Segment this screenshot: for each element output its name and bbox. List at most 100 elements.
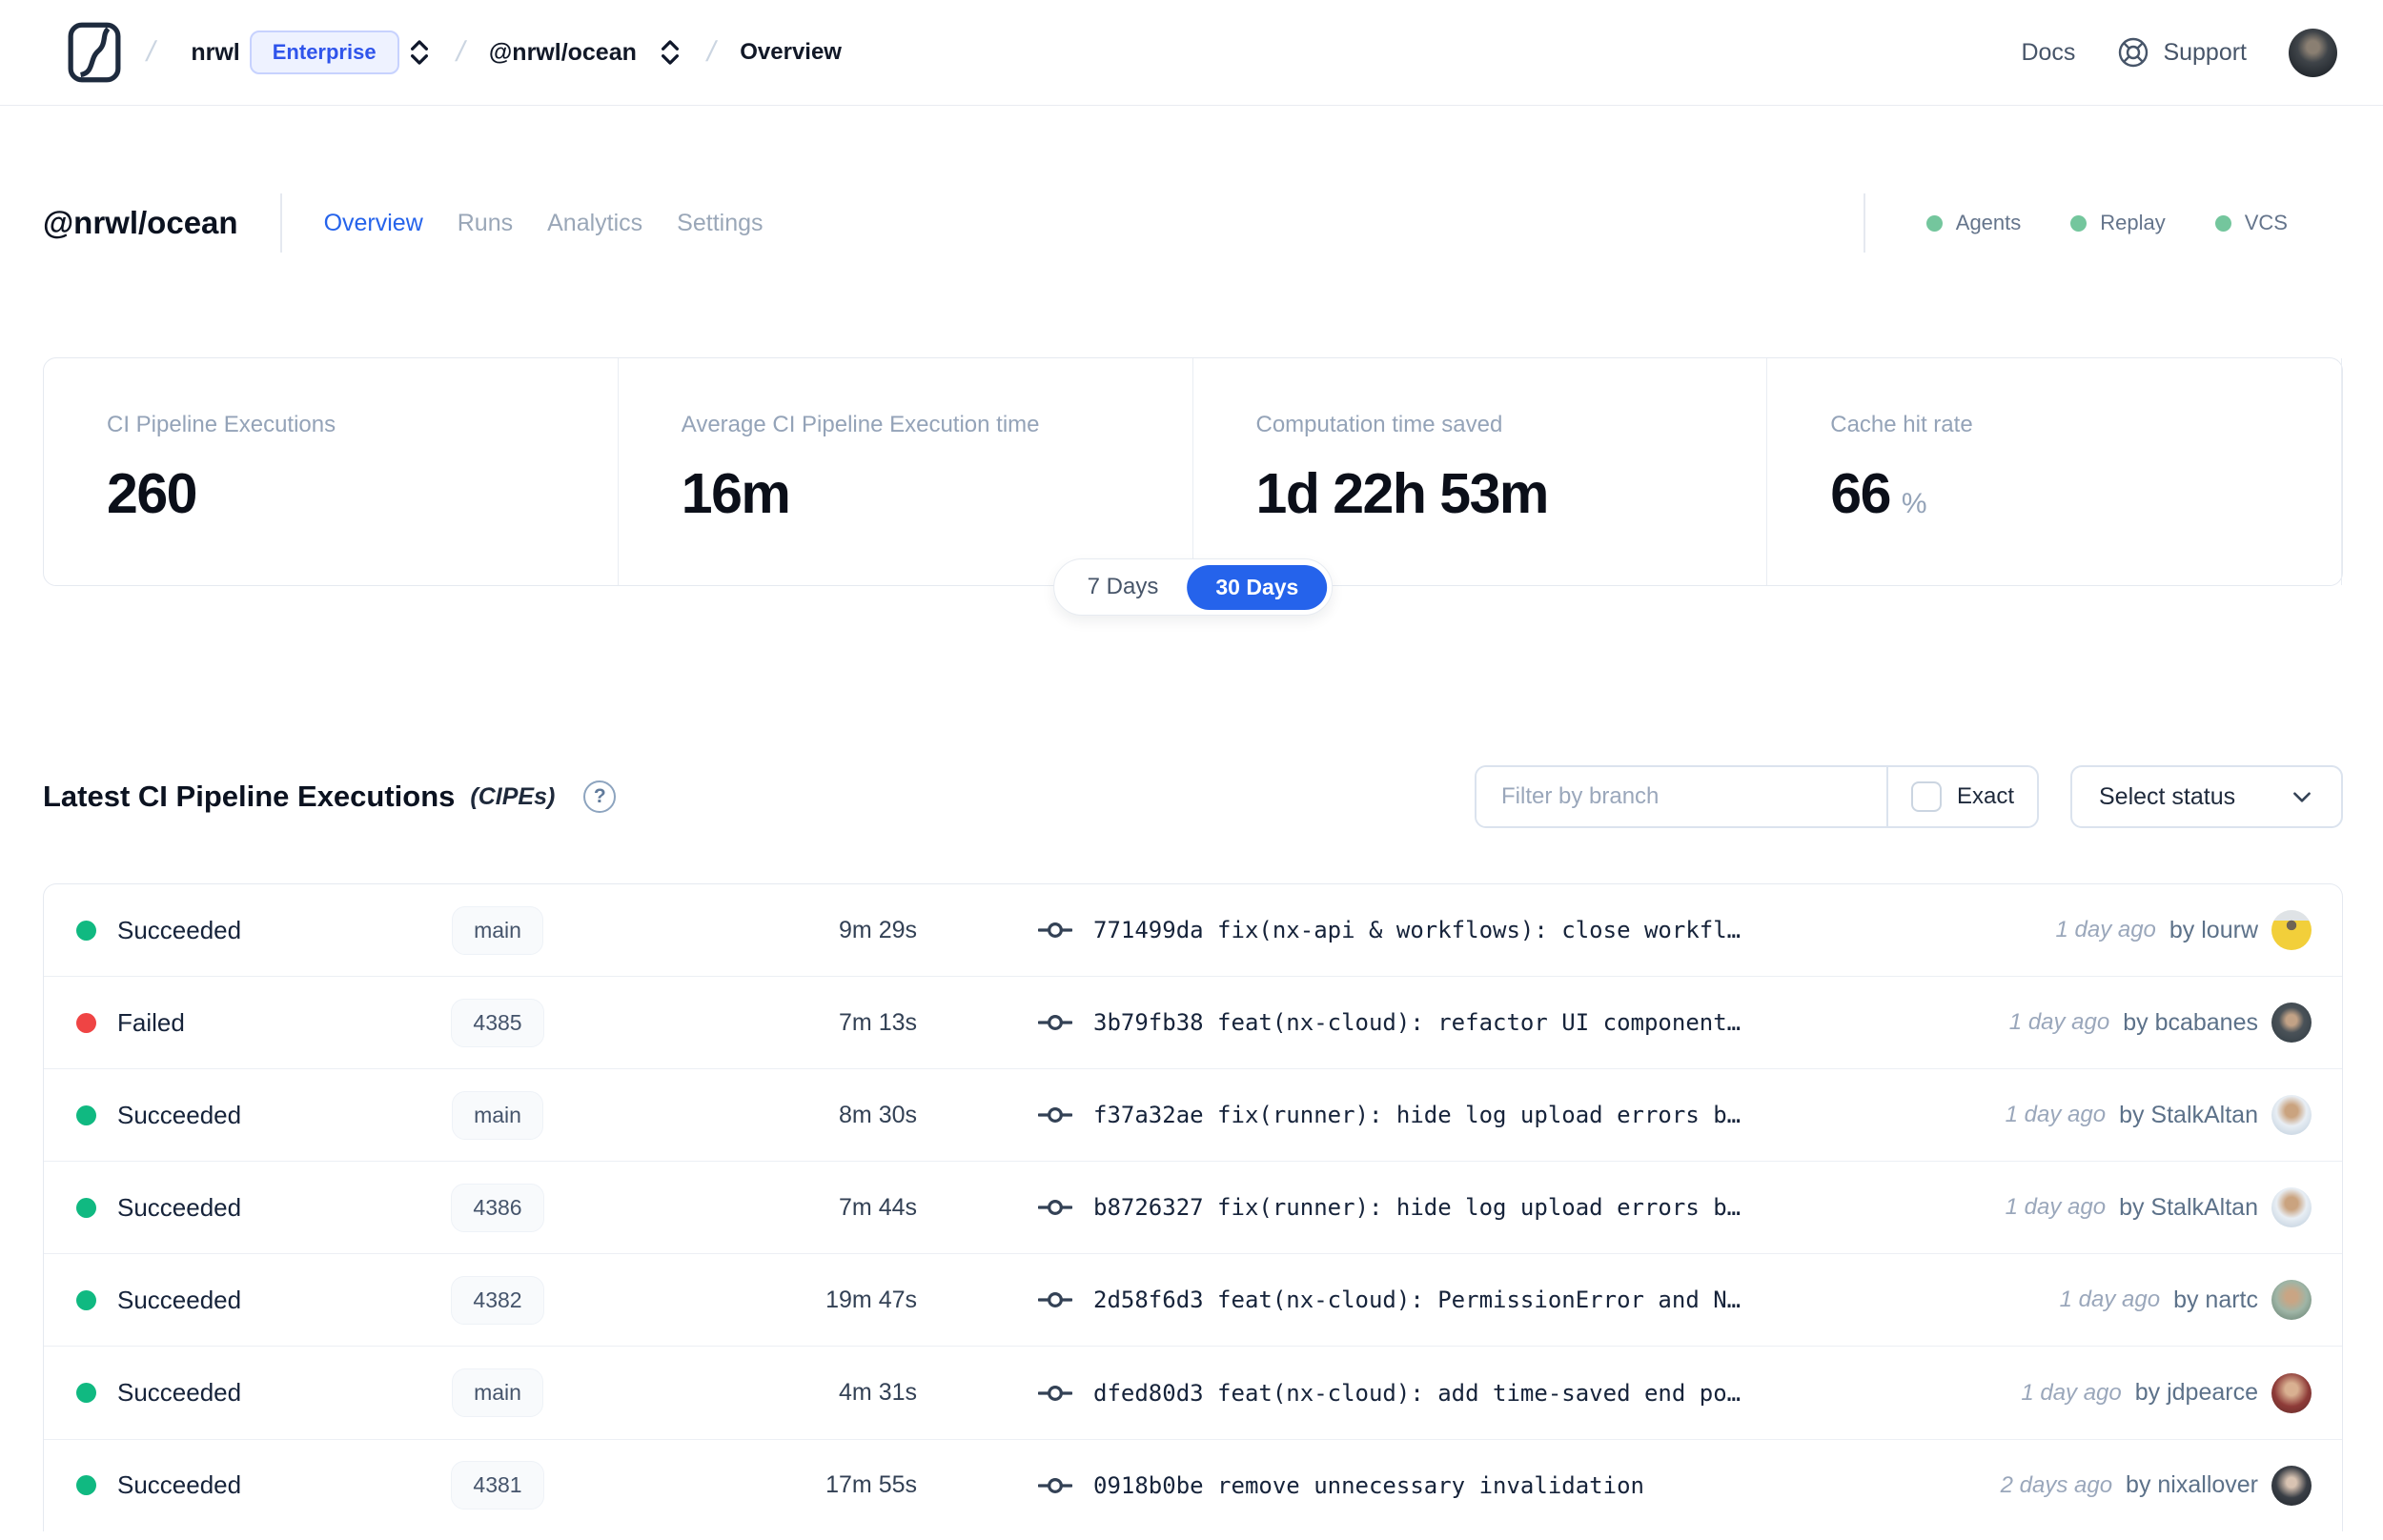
git-commit-icon — [1038, 1098, 1072, 1132]
time-ago: 1 day ago — [2005, 1194, 2107, 1221]
docs-link[interactable]: Docs — [2021, 39, 2075, 67]
filter-bar: Exact Select status — [1475, 765, 2343, 828]
status-text: Succeeded — [117, 1100, 242, 1129]
time-ago: 1 day ago — [2008, 1009, 2110, 1036]
git-commit-icon — [1038, 1190, 1072, 1225]
git-commit-icon — [1038, 913, 1072, 947]
help-icon[interactable]: ? — [583, 780, 617, 813]
author: by lourw — [2169, 916, 2258, 943]
status-text: Succeeded — [117, 1378, 242, 1408]
tab-settings[interactable]: Settings — [677, 210, 763, 237]
author-avatar — [2271, 910, 2312, 951]
chevron-down-icon — [2290, 784, 2314, 809]
stat-value: 1d 22h 53m — [1255, 462, 1550, 525]
author: by nartc — [2173, 1286, 2258, 1313]
indicator-label: VCS — [2244, 211, 2288, 234]
stat-value: 16m — [681, 462, 791, 525]
unfold-icon[interactable] — [658, 37, 682, 68]
section-title: Latest CI Pipeline Executions — [43, 780, 456, 813]
branch-chip: 4382 — [451, 1275, 544, 1325]
commit-cell: 3b79fb38 feat(nx-cloud): refactor UI com… — [917, 1005, 2009, 1040]
date-range-toggle: 7 Days 30 Days — [1052, 558, 1334, 616]
exact-label: Exact — [1956, 783, 2014, 809]
range-30-days[interactable]: 30 Days — [1187, 564, 1328, 610]
commit-cell: dfed80d3 feat(nx-cloud): add time-saved … — [917, 1376, 2021, 1410]
tab-analytics[interactable]: Analytics — [547, 210, 642, 237]
breadcrumb-separator: / — [143, 36, 158, 68]
time-ago: 2 days ago — [2000, 1471, 2113, 1498]
indicator-replay[interactable]: Replay — [2070, 211, 2166, 235]
branch-chip: 4386 — [451, 1183, 544, 1232]
cipe-section-header: Latest CI Pipeline Executions (CIPEs) ? … — [43, 765, 2343, 828]
breadcrumb-separator: / — [453, 36, 468, 68]
author: by jdpearce — [2134, 1379, 2258, 1407]
branch-filter-input[interactable] — [1477, 767, 1886, 826]
breadcrumb: / nrwl Enterprise / @nrwl/ocean / Overvi… — [67, 20, 842, 85]
git-commit-icon — [1038, 1005, 1072, 1040]
cipe-row[interactable]: Succeeded main 9m 29s 771499da fix(nx-ap… — [44, 884, 2342, 978]
indicator-label: Agents — [1955, 211, 2022, 234]
commit-message: 0918b0be remove unnecessary invalidation — [1093, 1471, 1644, 1499]
divider — [279, 193, 282, 253]
status-dot-icon — [76, 1197, 96, 1218]
exact-checkbox[interactable] — [1910, 781, 1942, 812]
branch-filter-group: Exact — [1475, 765, 2039, 828]
stat-value: 260 — [107, 462, 197, 525]
cipe-row[interactable]: Succeeded 4382 19m 47s 2d58f6d3 feat(nx-… — [44, 1254, 2342, 1348]
author-avatar — [2271, 1187, 2312, 1228]
stat-label: CI Pipeline Executions — [107, 412, 336, 437]
stat-computation-time-saved: Computation time saved 1d 22h 53m — [1193, 358, 1768, 585]
stat-average-execution-time: Average CI Pipeline Execution time 16m — [619, 358, 1193, 585]
status-text: Failed — [117, 1007, 185, 1037]
range-7-days[interactable]: 7 Days — [1059, 564, 1188, 610]
workspace-name: @nrwl/ocean — [488, 38, 637, 66]
green-status-dot-icon — [2070, 214, 2088, 232]
duration: 19m 47s — [825, 1286, 917, 1313]
page-title: @nrwl/ocean — [43, 205, 238, 240]
user-avatar[interactable] — [2289, 28, 2337, 77]
stat-cache-hit-rate: Cache hit rate 66% — [1767, 358, 2342, 585]
indicator-agents[interactable]: Agents — [1925, 211, 2022, 235]
cipe-row[interactable]: Succeeded main 4m 31s dfed80d3 feat(nx-c… — [44, 1347, 2342, 1440]
org-selector[interactable]: nrwl Enterprise — [179, 30, 431, 74]
author-avatar — [2271, 1280, 2312, 1321]
duration: 7m 44s — [839, 1193, 917, 1221]
status-dot-icon — [76, 1104, 96, 1125]
status-text: Succeeded — [117, 1470, 242, 1500]
stat-ci-pipeline-executions: CI Pipeline Executions 260 — [44, 358, 619, 585]
status-text: Succeeded — [117, 1285, 242, 1314]
status-select-label: Select status — [2099, 782, 2236, 810]
stat-value: 66% — [1830, 462, 1927, 525]
green-status-dot-icon — [2214, 214, 2231, 232]
commit-cell: f37a32ae fix(runner): hide log upload er… — [917, 1098, 2006, 1132]
branch-chip: main — [452, 1368, 543, 1418]
tab-overview[interactable]: Overview — [324, 210, 423, 237]
stat-label: Cache hit rate — [1830, 412, 1973, 437]
time-ago: 1 day ago — [2059, 1287, 2161, 1313]
nx-cloud-logo-icon[interactable] — [67, 20, 122, 85]
cipe-row[interactable]: Succeeded main 8m 30s f37a32ae fix(runne… — [44, 1069, 2342, 1163]
support-link[interactable]: Support — [2117, 36, 2247, 69]
time-ago: 1 day ago — [2021, 1379, 2122, 1406]
cipe-row[interactable]: Failed 4385 7m 13s 3b79fb38 feat(nx-clou… — [44, 977, 2342, 1070]
time-ago: 1 day ago — [2005, 1102, 2107, 1128]
branch-chip: main — [452, 905, 543, 955]
duration: 8m 30s — [839, 1101, 917, 1128]
cipe-row[interactable]: Succeeded 4381 17m 55s 0918b0be remove u… — [44, 1440, 2342, 1531]
author: by nixallover — [2126, 1471, 2258, 1499]
workspace-selector[interactable]: @nrwl/ocean — [489, 37, 682, 68]
indicator-vcs[interactable]: VCS — [2214, 211, 2288, 235]
unfold-icon[interactable] — [407, 37, 432, 68]
cipe-row[interactable]: Succeeded 4386 7m 44s b8726327 fix(runne… — [44, 1162, 2342, 1255]
status-text: Succeeded — [117, 1192, 242, 1222]
author-avatar — [2271, 1003, 2312, 1044]
tab-runs[interactable]: Runs — [458, 210, 513, 237]
status-select-dropdown[interactable]: Select status — [2070, 765, 2343, 828]
cipe-table: Succeeded main 9m 29s 771499da fix(nx-ap… — [43, 883, 2343, 1531]
indicator-label: Replay — [2100, 211, 2166, 234]
commit-cell: 2d58f6d3 feat(nx-cloud): PermissionError… — [917, 1283, 2060, 1317]
status-dot-icon — [76, 1475, 96, 1496]
branch-chip: 4385 — [451, 998, 544, 1047]
branch-chip: 4381 — [451, 1461, 544, 1510]
author-avatar — [2271, 1372, 2312, 1413]
